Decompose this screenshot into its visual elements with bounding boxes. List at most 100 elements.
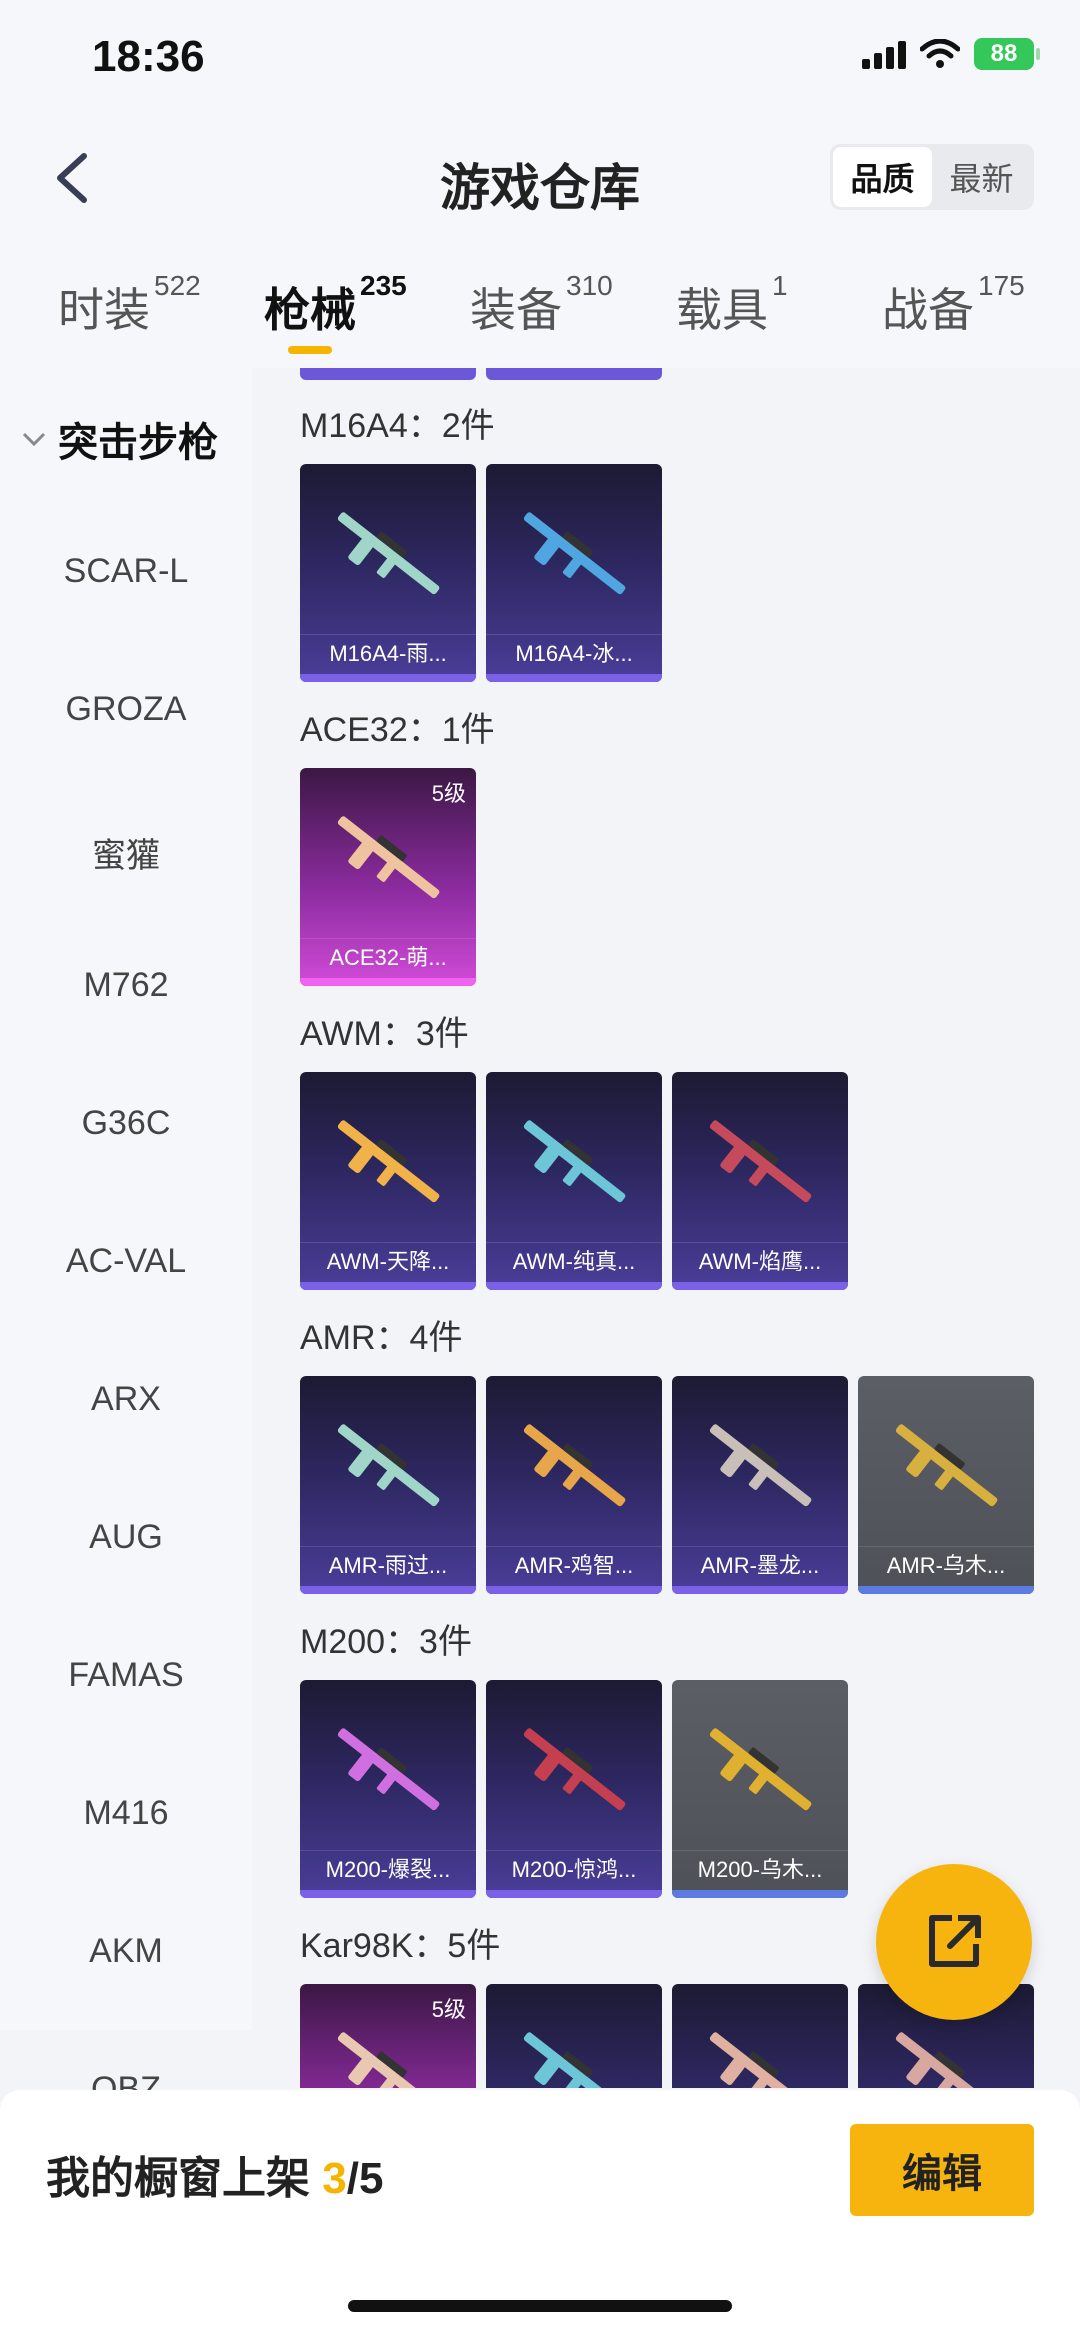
tab-count: 1 (772, 270, 788, 301)
sort-newest-button[interactable]: 最新 (932, 147, 1031, 207)
status-time: 18:36 (92, 32, 205, 81)
section-title: AWM：3件 (300, 1015, 469, 1053)
showcase-total: /5 (346, 2154, 384, 2203)
weapon-card[interactable]: AMR-鸡智... (486, 1376, 662, 1594)
weapon-icon (895, 2032, 998, 2088)
rarity-bar (672, 1890, 848, 1898)
weapon-card[interactable]: AWM-焰鹰... (672, 1072, 848, 1290)
status-bar: 18:36 88 (0, 0, 1080, 120)
weapon-icon (523, 1424, 626, 1507)
level-badge: 5级 (431, 781, 466, 806)
weapon-icon (709, 1120, 812, 1203)
tab-equipment[interactable]: 装备 310 (470, 270, 613, 340)
tab-vehicles[interactable]: 载具 1 (676, 270, 788, 340)
weapon-card[interactable] (486, 1984, 662, 2088)
tab-label: 战备 (882, 284, 974, 336)
share-icon (929, 1915, 981, 1967)
sidebar-item[interactable]: 蜜獾 (0, 828, 252, 877)
share-button[interactable] (876, 1864, 1032, 2020)
wifi-icon (920, 39, 960, 68)
weapon-card[interactable]: M200-乌木... (672, 1680, 848, 1898)
status-icons: 88 (862, 38, 1040, 70)
level-badge: 5级 (431, 1997, 466, 2022)
sidebar-item[interactable]: GROZA (0, 690, 252, 729)
card-stub (486, 368, 662, 380)
sidebar-category[interactable]: 突击步枪 (20, 410, 218, 468)
rarity-bar (672, 1282, 848, 1290)
category-tabs: 时装 522 枪械 235 装备 310 载具 1 战备 175 (0, 238, 1080, 368)
rarity-bar (486, 1890, 662, 1898)
home-indicator (348, 2300, 732, 2312)
section-title: M16A4：2件 (300, 407, 495, 445)
sidebar-item[interactable]: M416 (0, 1794, 252, 1833)
sidebar-item[interactable]: AKM (0, 1932, 252, 1971)
rarity-bar (300, 1586, 476, 1594)
weapon-sidebar: 突击步枪 SCAR-L GROZA 蜜獾 M762 G36C AC-VAL ARX AUG FA… (0, 368, 252, 2108)
sort-quality-button[interactable]: 品质 (833, 147, 932, 207)
tab-label: 时装 (58, 284, 150, 336)
tab-label: 载具 (676, 284, 768, 336)
weapon-icon (709, 1424, 812, 1507)
bottom-bar: 我的橱窗上架 3/5 编辑 (0, 2090, 1080, 2339)
sort-toggle: 品质 最新 (830, 144, 1034, 210)
sidebar-item[interactable]: M762 (0, 966, 252, 1005)
tab-guns[interactable]: 枪械 235 (264, 270, 407, 340)
tab-label: 装备 (470, 284, 562, 336)
weapon-card[interactable]: AMR-雨过... (300, 1376, 476, 1594)
sidebar-item[interactable]: FAMAS (0, 1656, 252, 1695)
sidebar-item[interactable]: SCAR-L (0, 552, 252, 591)
weapon-icon (337, 1120, 440, 1203)
weapon-icon (337, 1424, 440, 1507)
rarity-bar (672, 1586, 848, 1594)
section-title: ACE32：1件 (300, 711, 495, 749)
weapon-card[interactable]: AWM-纯真... (486, 1072, 662, 1290)
tab-count: 175 (978, 270, 1025, 301)
weapon-card[interactable]: AMR-乌木... (858, 1376, 1034, 1594)
weapon-card[interactable] (672, 1984, 848, 2088)
weapon-card[interactable]: M200-爆裂... (300, 1680, 476, 1898)
weapon-icon (523, 2032, 626, 2088)
weapon-icon (709, 2032, 812, 2088)
sidebar-item[interactable]: ARX (0, 1380, 252, 1419)
weapon-name: ACE32-萌... (300, 938, 476, 976)
tab-count: 522 (154, 270, 201, 301)
active-tab-indicator (288, 346, 332, 354)
weapon-name: AMR-鸡智... (486, 1546, 662, 1584)
weapon-card[interactable]: M16A4-雨... (300, 464, 476, 682)
weapon-name: M200-乌木... (672, 1850, 848, 1888)
weapon-icon (523, 1120, 626, 1203)
sidebar-item[interactable]: AUG (0, 1518, 252, 1557)
sidebar-item[interactable]: G36C (0, 1104, 252, 1143)
weapon-icon (523, 512, 626, 595)
showcase-current: 3 (322, 2154, 347, 2203)
weapon-card[interactable]: AWM-天降... (300, 1072, 476, 1290)
edit-button[interactable]: 编辑 (850, 2124, 1034, 2216)
weapon-name: M200-爆裂... (300, 1850, 476, 1888)
weapon-name: AWM-纯真... (486, 1242, 662, 1280)
showcase-label: 我的橱窗上架 (46, 2154, 323, 2203)
weapon-card[interactable]: M16A4-冰... (486, 464, 662, 682)
weapon-name: M200-惊鸿... (486, 1850, 662, 1888)
rarity-bar (300, 1890, 476, 1898)
weapon-card[interactable]: AMR-墨龙... (672, 1376, 848, 1594)
rarity-bar (858, 1586, 1034, 1594)
section-title: Kar98K：5件 (300, 1927, 501, 1965)
weapon-name: M16A4-雨... (300, 634, 476, 672)
rarity-bar (486, 674, 662, 682)
sidebar-item[interactable]: AC-VAL (0, 1242, 252, 1281)
tab-supplies[interactable]: 战备 175 (882, 270, 1025, 340)
tab-count: 235 (360, 270, 407, 301)
weapon-icon (337, 512, 440, 595)
weapon-icon (709, 1728, 812, 1811)
weapon-card[interactable]: 5级 ACE32-萌... (300, 768, 476, 986)
battery-icon: 88 (974, 38, 1040, 70)
tab-count: 310 (566, 270, 613, 301)
weapon-list: M16A4：2件 M16A4-雨... M16A4-冰... ACE32：1件 5级 AC… (252, 368, 1080, 2088)
tab-fashion[interactable]: 时装 522 (58, 270, 201, 340)
weapon-card[interactable]: 5级 (300, 1984, 476, 2088)
weapon-card[interactable]: M200-惊鸿... (486, 1680, 662, 1898)
weapon-icon (337, 2032, 440, 2088)
showcase-status: 我的橱窗上架 3/5 (46, 2142, 383, 2206)
section-title: AMR：4件 (300, 1319, 463, 1357)
weapon-name: AWM-焰鹰... (672, 1242, 848, 1280)
